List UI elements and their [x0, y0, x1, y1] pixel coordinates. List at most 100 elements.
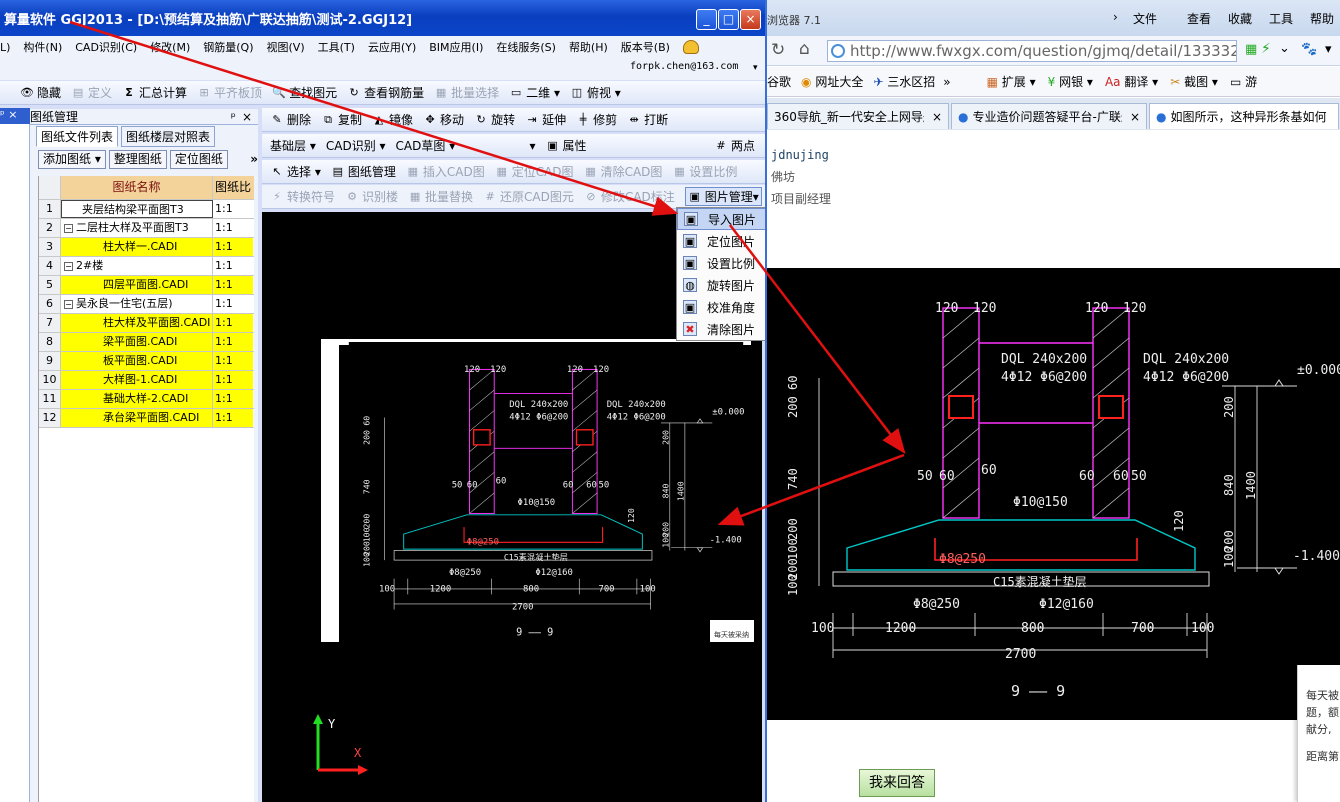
row-ratio[interactable]: 1:1: [213, 314, 253, 332]
browser-menu-tools[interactable]: 工具: [1269, 10, 1293, 27]
tree-toggle-icon[interactable]: −: [64, 223, 73, 233]
ext-screenshot[interactable]: ✂ 截图 ▾: [1170, 73, 1218, 90]
refresh-icon[interactable]: ↻: [771, 40, 785, 60]
tab-close-icon[interactable]: ×: [932, 110, 942, 124]
ext-translate[interactable]: Aa 翻译 ▾: [1105, 73, 1158, 90]
tab-close-icon[interactable]: ×: [1130, 110, 1140, 124]
row-drawing-name[interactable]: 大样图-1.CADI: [61, 371, 213, 389]
menu-item-cad-recognize[interactable]: CAD识别(C): [75, 39, 137, 55]
cad-sub-select[interactable]: CAD草图 ▾ ▾: [396, 137, 536, 154]
row-drawing-name[interactable]: − 二层柱大样及平面图T3: [61, 219, 213, 237]
tree-toggle-icon[interactable]: −: [64, 261, 73, 271]
locate-drawing-button[interactable]: 定位图纸: [169, 149, 228, 169]
menu-item-cloud[interactable]: 云应用(Y): [368, 39, 416, 55]
view-rebar-button[interactable]: ↻ 查看钢筋量: [347, 84, 424, 101]
fav-more-icon[interactable]: »: [943, 75, 950, 89]
home-icon[interactable]: ⌂: [799, 39, 810, 59]
browser-tab-question[interactable]: ● 如图所示，这种异形条基如何: [1149, 103, 1339, 129]
mirror-button[interactable]: ◭ 镜像: [372, 111, 413, 128]
rotate-button[interactable]: ↻ 旋转: [474, 111, 515, 128]
align-slab-top-button[interactable]: ⊞ 平齐板顶: [197, 84, 262, 101]
qr-icon[interactable]: ▦: [1245, 42, 1257, 57]
cad-mode-select[interactable]: CAD识别 ▾: [326, 137, 386, 154]
ext-game[interactable]: ▭ 游: [1230, 73, 1257, 90]
browser-menu-view[interactable]: 查看: [1187, 10, 1211, 27]
url-input[interactable]: http://www.fwxgx.com/question/gjmq/detai…: [827, 40, 1237, 62]
trim-button[interactable]: ╪ 修剪: [576, 111, 617, 128]
row-ratio[interactable]: 1:1: [213, 219, 253, 237]
menu-item-tools[interactable]: 工具(T): [318, 39, 355, 55]
move-button[interactable]: ✥ 移动: [423, 111, 464, 128]
panel-close-icon[interactable]: ×: [242, 110, 252, 124]
row-drawing-name[interactable]: 柱大样及平面图.CADI: [61, 314, 213, 332]
tab-drawing-floor-map[interactable]: 图纸楼层对照表: [121, 125, 216, 147]
row-drawing-name[interactable]: −2#楼: [61, 257, 213, 275]
set-scale-button[interactable]: ▦ 设置比例: [672, 163, 737, 180]
floor-select[interactable]: 基础层 ▾: [270, 137, 316, 154]
speed-icon[interactable]: ⚡: [1261, 41, 1271, 57]
recognize-floor-button[interactable]: ⚙ 识别楼: [345, 188, 398, 205]
table-row[interactable]: 5 四层平面图.CADI 1:1: [39, 276, 254, 295]
answer-button[interactable]: 我来回答: [859, 769, 935, 797]
properties-button[interactable]: ▣ 属性: [546, 137, 586, 154]
drawing-manage-button[interactable]: ▤ 图纸管理: [331, 163, 396, 180]
row-drawing-name[interactable]: 板平面图.CADI: [61, 352, 213, 370]
side-popup[interactable]: 每天被 题，额 献分, 距离第: [1297, 665, 1340, 802]
row-drawing-name[interactable]: 基础大样-2.CADI: [61, 390, 213, 408]
add-drawing-button[interactable]: 添加图纸 ▾: [38, 149, 106, 169]
search-dropdown-icon[interactable]: ▾: [1325, 42, 1332, 57]
row-ratio[interactable]: 1:1: [213, 390, 253, 408]
pin-icon[interactable]: ᵖ: [0, 108, 5, 121]
table-row[interactable]: 7 柱大样及平面图.CADI 1:1: [39, 314, 254, 333]
row-drawing-name[interactable]: 柱大样一.CADI: [61, 238, 213, 256]
define-button[interactable]: ▤ 定义: [71, 84, 112, 101]
modify-cad-label-button[interactable]: ⊘ 修改CAD标注: [584, 188, 674, 205]
row-drawing-name[interactable]: 夹层结构梁平面图T3: [61, 200, 213, 218]
ext-extensions[interactable]: ▦ 扩展 ▾: [987, 73, 1036, 90]
insert-cad-button[interactable]: ▦ 插入CAD图: [406, 163, 485, 180]
browser-tab-glodon[interactable]: ● 专业造价问题答疑平台-广联达 ×: [951, 103, 1147, 129]
table-row[interactable]: 8 梁平面图.CADI 1:1: [39, 333, 254, 352]
batch-select-button[interactable]: ▦ 批量选择: [434, 84, 499, 101]
account-email[interactable]: forpk.chen@163.com: [630, 61, 738, 72]
table-row[interactable]: 11 基础大样-2.CADI 1:1: [39, 390, 254, 409]
copy-button[interactable]: ⧉ 复制: [321, 111, 362, 128]
row-ratio[interactable]: 1:1: [213, 409, 253, 427]
account-dropdown-icon[interactable]: ▾: [753, 63, 758, 73]
row-ratio[interactable]: 1:1: [213, 200, 253, 218]
delete-button[interactable]: ✎ 删除: [270, 111, 311, 128]
grid-header-ratio[interactable]: 图纸比: [213, 176, 253, 199]
mascot-icon[interactable]: [682, 40, 699, 54]
view-2d-dropdown[interactable]: ▭ 二维 ▾: [509, 84, 560, 101]
table-row[interactable]: 1 夹层结构梁平面图T3 1:1: [39, 200, 254, 219]
menu-item-view[interactable]: 视图(V): [267, 39, 305, 55]
table-row[interactable]: 12 承台梁平面图.CADI 1:1: [39, 409, 254, 428]
close-button[interactable]: ×: [740, 9, 761, 30]
table-row[interactable]: 9 板平面图.CADI 1:1: [39, 352, 254, 371]
locate-cad-button[interactable]: ▦ 定位CAD图: [495, 163, 574, 180]
fav-site-directory[interactable]: ◉ 网址大全: [801, 73, 863, 90]
browser-titlebar[interactable]: 浏览器 7.1 › 文件 查看 收藏 工具 帮助: [767, 0, 1340, 36]
break-button[interactable]: ⇹ 打断: [627, 111, 669, 128]
table-row[interactable]: 3 柱大样一.CADI 1:1: [39, 238, 254, 257]
search-engine-icon[interactable]: 🐾: [1301, 42, 1317, 57]
browser-menu-help[interactable]: 帮助: [1310, 10, 1334, 27]
menu-item-modify[interactable]: 修改(M): [150, 39, 190, 55]
row-drawing-name[interactable]: 承台梁平面图.CADI: [61, 409, 213, 427]
maximize-button[interactable]: □: [718, 9, 739, 30]
organize-drawing-button[interactable]: 整理图纸: [108, 149, 167, 169]
app-titlebar[interactable]: 算量软件 GGJ2013 - [D:\预结算及抽筋\广联达抽筋\测试-2.GGJ…: [0, 0, 765, 36]
hide-button[interactable]: 👁 隐藏: [20, 84, 61, 101]
row-drawing-name[interactable]: 梁平面图.CADI: [61, 333, 213, 351]
clear-cad-button[interactable]: ▦ 清除CAD图: [584, 163, 662, 180]
menu-item-bim[interactable]: BIM应用(I): [429, 39, 483, 55]
minimize-button[interactable]: _: [696, 9, 717, 30]
summary-calc-button[interactable]: Σ 汇总计算: [122, 84, 187, 101]
row-ratio[interactable]: 1:1: [213, 352, 253, 370]
menu-item-help[interactable]: 帮助(H): [569, 39, 608, 55]
ext-bank[interactable]: ¥ 网银 ▾: [1048, 73, 1093, 90]
row-ratio[interactable]: 1:1: [213, 257, 253, 275]
browser-tab-360[interactable]: 360导航_新一代安全上网导航 ×: [767, 103, 949, 129]
batch-replace-button[interactable]: ▦ 批量替换: [408, 188, 473, 205]
menu-item-l[interactable]: L): [0, 41, 10, 54]
